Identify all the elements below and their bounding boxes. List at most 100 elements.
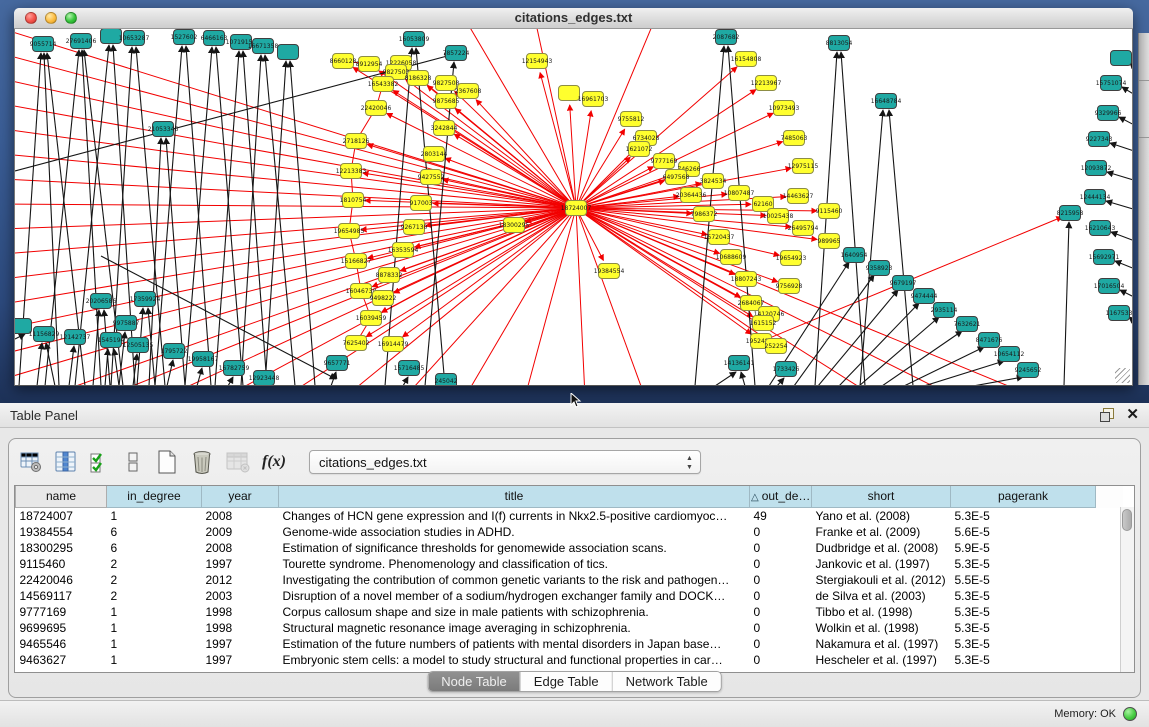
graph-node-label: 8660128 bbox=[330, 58, 357, 65]
table-cell: 1 bbox=[107, 652, 202, 668]
network-canvas[interactable]: 9055714276914061065328715276026466163107… bbox=[14, 29, 1133, 386]
new-document-icon[interactable] bbox=[155, 449, 179, 475]
graph-edge bbox=[576, 111, 591, 208]
memory-ok-indicator[interactable] bbox=[1123, 707, 1137, 721]
graph-node-label: 62160 bbox=[753, 201, 772, 208]
graph-edge bbox=[924, 361, 1004, 385]
table-row[interactable]: 1456911722003Disruption of a novel membe… bbox=[16, 588, 1123, 604]
table-cell: 2 bbox=[107, 588, 202, 604]
graph-node-label: 12213383 bbox=[336, 168, 367, 175]
table-cell: 2012 bbox=[202, 572, 279, 588]
table-row[interactable]: 1872400712008Changes of HCN gene express… bbox=[16, 507, 1123, 524]
tab-node-table[interactable]: Node Table bbox=[428, 672, 520, 691]
graph-node-label: 8878332 bbox=[376, 272, 403, 279]
column-header-title[interactable]: title bbox=[279, 486, 750, 507]
window-titlebar[interactable]: citations_edges.txt bbox=[14, 8, 1133, 29]
table-row[interactable]: 946362711997Embryonic stem cells: a mode… bbox=[16, 652, 1123, 668]
table-settings-icon[interactable] bbox=[19, 449, 43, 475]
zoom-window-button[interactable] bbox=[65, 12, 77, 24]
graph-node-label: 15720437 bbox=[704, 234, 735, 241]
graph-node[interactable] bbox=[278, 45, 299, 60]
graph-edge bbox=[1120, 290, 1132, 300]
table-cell: Stergiakouli et al. (2012) bbox=[812, 572, 951, 588]
graph-node-label: 9474444 bbox=[911, 293, 938, 300]
function-builder-icon[interactable]: f(x) bbox=[262, 449, 286, 475]
close-panel-icon[interactable]: ✕ bbox=[1126, 408, 1139, 422]
column-header-name[interactable]: name bbox=[16, 486, 107, 507]
graph-edge bbox=[465, 29, 576, 208]
close-window-button[interactable] bbox=[25, 12, 37, 24]
column-header-in_degree[interactable]: in_degree bbox=[107, 486, 202, 507]
delete-table-icon[interactable] bbox=[190, 449, 214, 475]
network-graph[interactable]: 9055714276914061065328715276026466163107… bbox=[15, 29, 1132, 385]
table-toolbar: f(x) citations_edges.txt ▲▼ bbox=[19, 446, 701, 478]
tab-network-table[interactable]: Network Table bbox=[612, 672, 721, 691]
graph-node-label: 12093872 bbox=[1081, 165, 1112, 172]
table-cell: Changes of HCN gene expression and I(f) … bbox=[279, 507, 750, 524]
graph-node-label: 15166827 bbox=[341, 258, 372, 265]
table-row[interactable]: 977716911998Corpus callosum shape and si… bbox=[16, 604, 1123, 620]
table-cell: Yano et al. (2008) bbox=[812, 507, 951, 524]
graph-node-label: 16671358 bbox=[248, 43, 279, 50]
graph-node-label: 2684067 bbox=[738, 300, 765, 307]
table-cell: 5.3E-5 bbox=[951, 604, 1096, 620]
graph-edge bbox=[228, 377, 233, 385]
table-cell: 2 bbox=[107, 572, 202, 588]
mouse-cursor bbox=[570, 393, 582, 409]
column-visibility-icon[interactable] bbox=[54, 449, 78, 475]
graph-node[interactable] bbox=[1111, 51, 1132, 66]
table-row[interactable]: 1938455462009Genome-wide association stu… bbox=[16, 524, 1123, 540]
select-all-checklist-icon[interactable] bbox=[89, 449, 111, 475]
table-cell: 1 bbox=[107, 620, 202, 636]
table-scrollbar[interactable] bbox=[1120, 507, 1134, 672]
table-cell: Franke et al. (2009) bbox=[812, 524, 951, 540]
graph-node-label: 17359924 bbox=[130, 296, 161, 303]
unselect-rows-icon[interactable] bbox=[122, 449, 144, 475]
table-row[interactable]: 946554611997Estimation of the future num… bbox=[16, 636, 1123, 652]
graph-node-label: 9679197 bbox=[890, 280, 917, 287]
table-row[interactable]: 1830029562008Estimation of significance … bbox=[16, 540, 1123, 556]
tab-edge-table[interactable]: Edge Table bbox=[520, 672, 612, 691]
graph-node-label: 12505135 bbox=[123, 342, 154, 349]
table-cell: 49 bbox=[750, 507, 812, 524]
float-panel-icon[interactable] bbox=[1100, 408, 1114, 422]
table-row[interactable]: 969969511998Structural magnetic resonanc… bbox=[16, 620, 1123, 636]
column-header-short[interactable]: short bbox=[812, 486, 951, 507]
graph-node-label: 12154943 bbox=[522, 58, 553, 65]
table-cell: 5.9E-5 bbox=[951, 540, 1096, 556]
graph-node-label: 10973493 bbox=[769, 105, 800, 112]
sort-ascending-icon: △ bbox=[751, 492, 759, 503]
graph-edge bbox=[93, 310, 99, 385]
table-selector-dropdown[interactable]: citations_edges.txt ▲▼ bbox=[309, 450, 701, 474]
graph-node-label: 14136141 bbox=[724, 360, 755, 367]
table-cell: 1997 bbox=[202, 556, 279, 572]
column-header-out_de[interactable]: △out_de… bbox=[750, 486, 812, 507]
minimize-window-button[interactable] bbox=[45, 12, 57, 24]
graph-node-label: 7857224 bbox=[443, 50, 470, 57]
table-cell: 1 bbox=[107, 636, 202, 652]
column-header-pagerank[interactable]: pagerank bbox=[951, 486, 1096, 507]
graph-node-label: 9245652 bbox=[1015, 367, 1042, 374]
table-cell: 2003 bbox=[202, 588, 279, 604]
column-header-year[interactable]: year bbox=[202, 486, 279, 507]
table-cell: 1997 bbox=[202, 636, 279, 652]
graph-node-label: 12444134 bbox=[1080, 194, 1111, 201]
node-table-panel: f(x) citations_edges.txt ▲▼ namein_degre… bbox=[8, 438, 1141, 698]
network-view-window[interactable]: citations_edges.txt 90557142769140610653… bbox=[14, 8, 1133, 385]
graph-node-label: 17016504 bbox=[1094, 283, 1125, 290]
table-cell: Genome-wide association studies in ADHD. bbox=[279, 524, 750, 540]
graph-edge bbox=[403, 208, 576, 337]
graph-node-label: 9498222 bbox=[370, 295, 397, 302]
table-scrollbar-thumb[interactable] bbox=[1122, 509, 1132, 531]
graph-node-label: 9055714 bbox=[30, 41, 57, 48]
table-type-tabs: Node TableEdge TableNetwork Table bbox=[427, 671, 722, 692]
window-resize-grip[interactable] bbox=[1115, 368, 1130, 383]
table-row[interactable]: 2242004622012Investigating the contribut… bbox=[16, 572, 1123, 588]
table-row[interactable]: 911546021997Tourette syndrome. Phenomeno… bbox=[16, 556, 1123, 572]
table-cell: Tibbo et al. (1998) bbox=[812, 604, 951, 620]
table-cell: Jankovic et al. (1997) bbox=[812, 556, 951, 572]
graph-node-label: 15692971 bbox=[1089, 254, 1120, 261]
graph-edge bbox=[1122, 87, 1132, 98]
graph-edge bbox=[265, 55, 295, 385]
graph-node[interactable] bbox=[559, 86, 580, 101]
